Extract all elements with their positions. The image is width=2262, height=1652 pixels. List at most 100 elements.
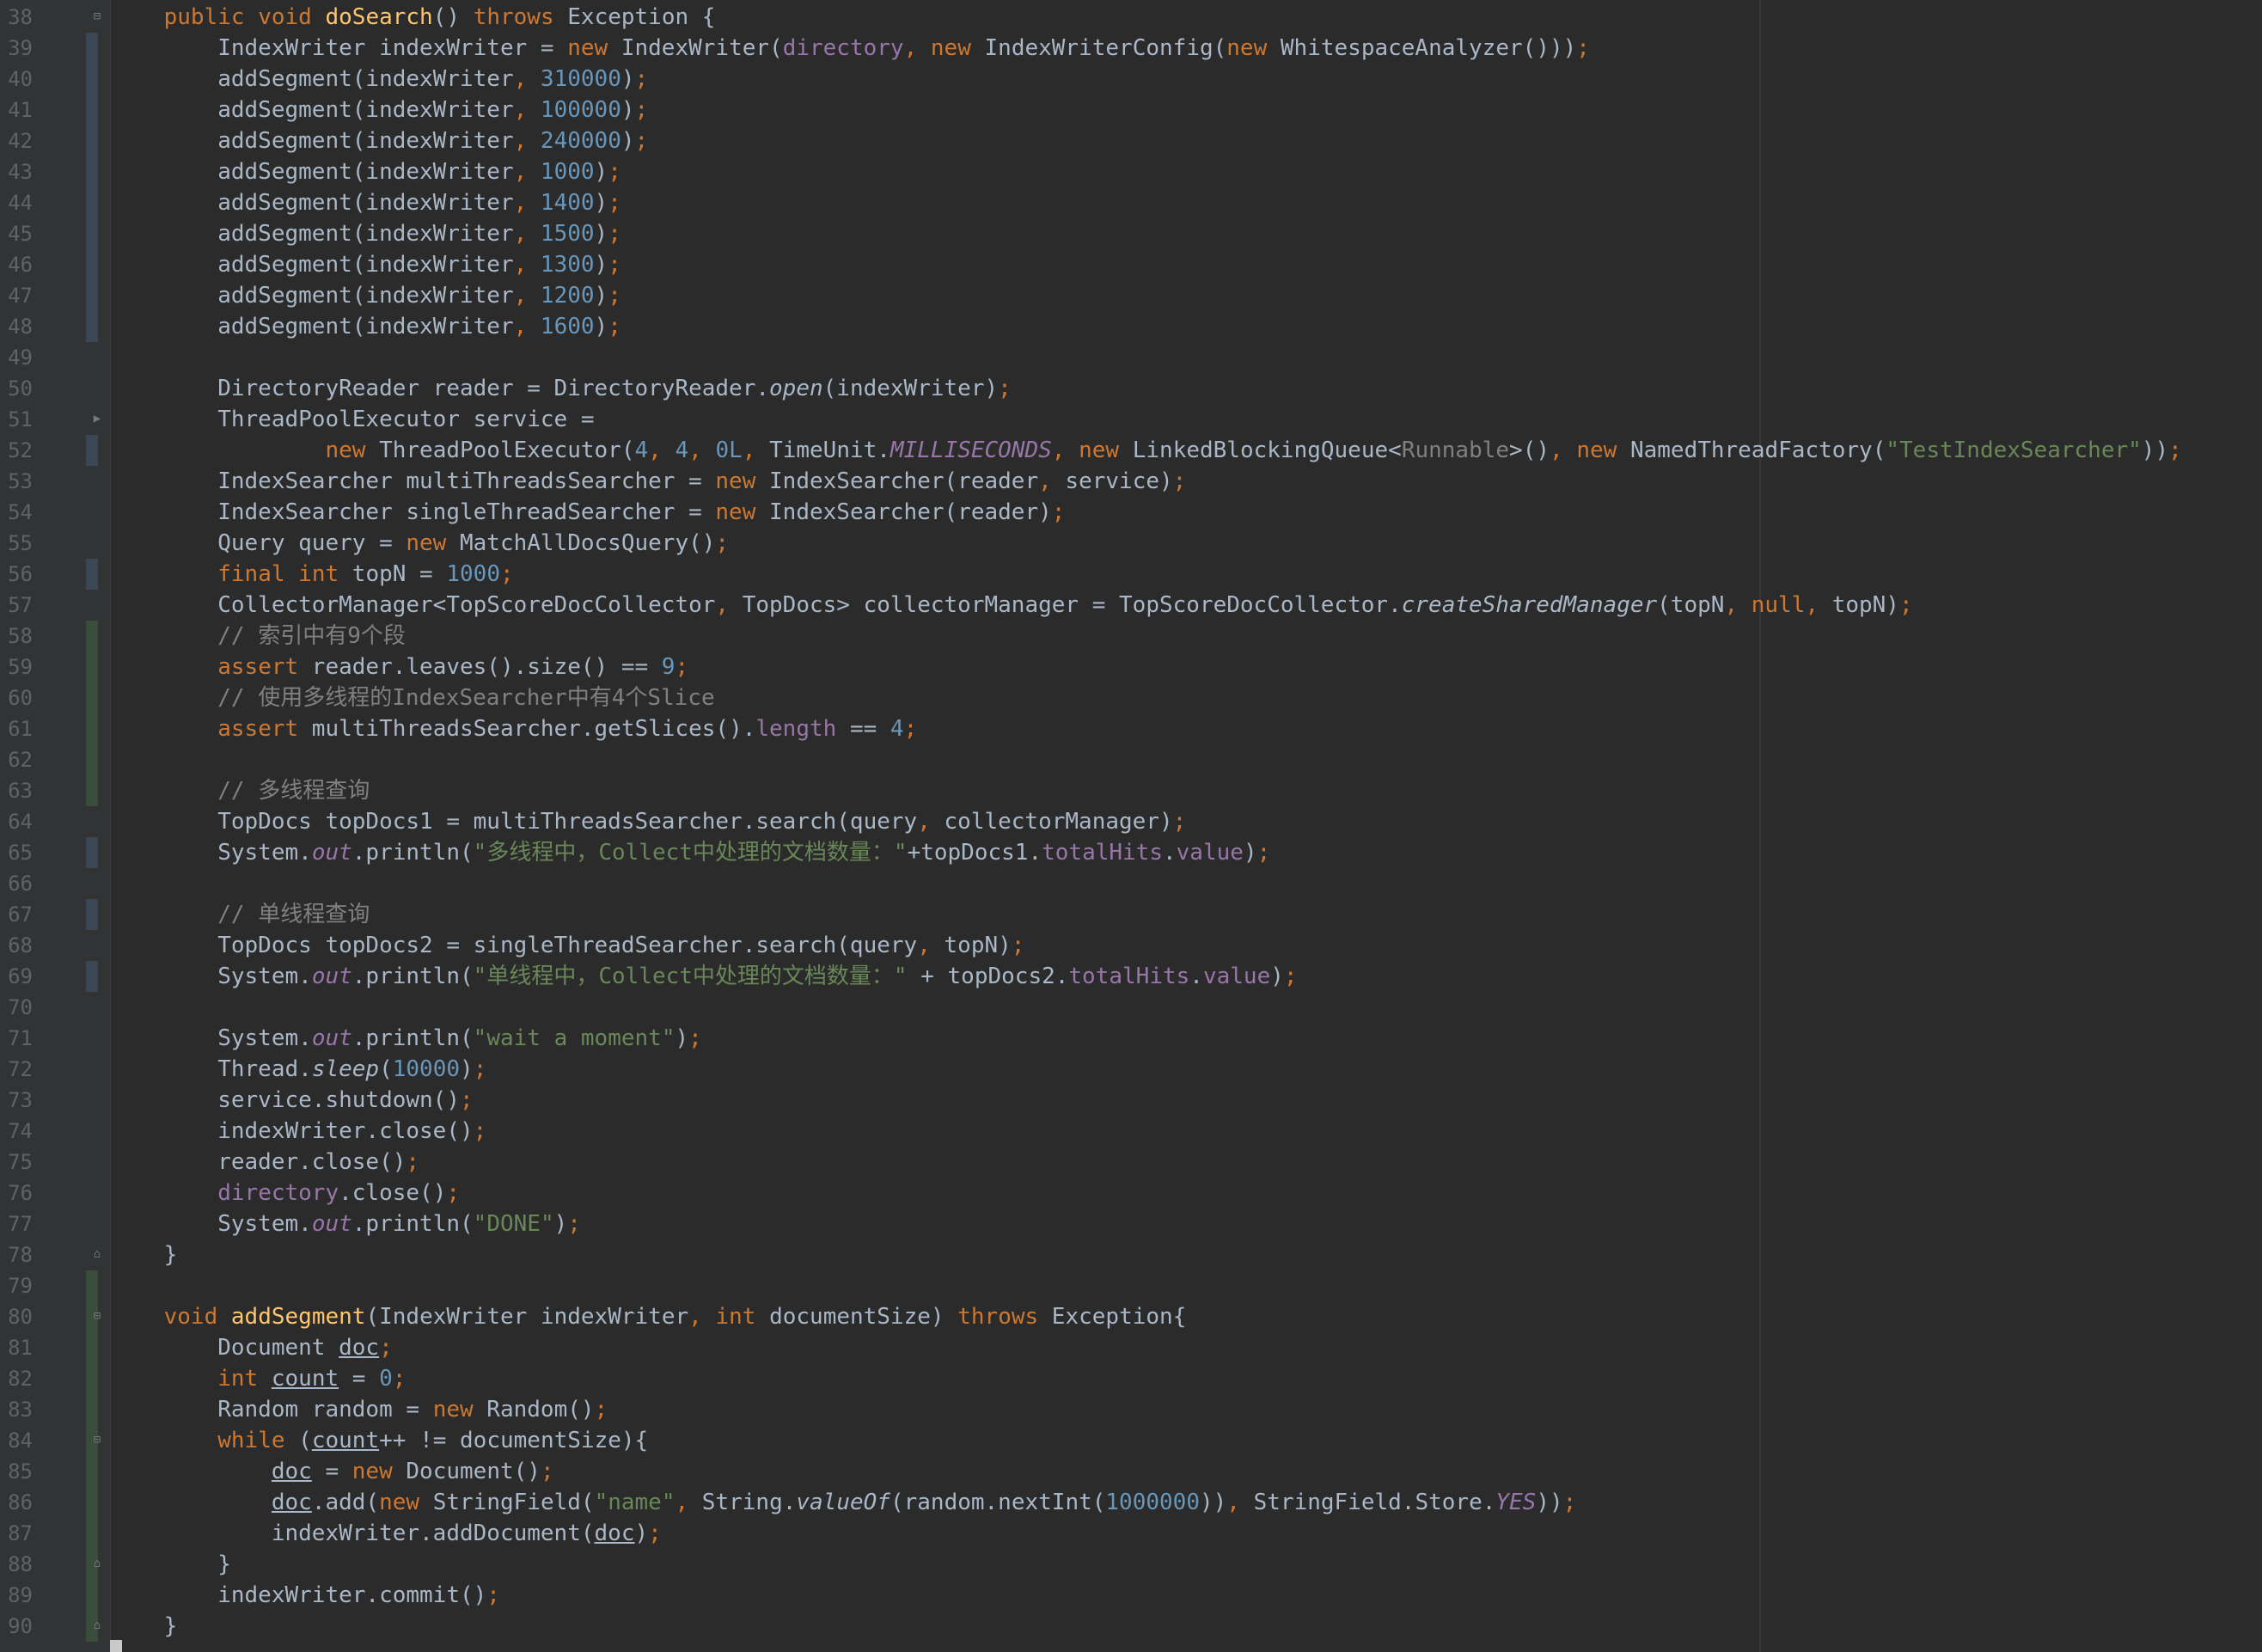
line-number[interactable]: 54 xyxy=(0,497,33,528)
vcs-added-marker[interactable] xyxy=(86,1580,98,1611)
line-number[interactable]: 64 xyxy=(0,806,33,837)
line-number[interactable]: 71 xyxy=(0,1023,33,1054)
code-text[interactable]: addSegment(indexWriter, 1400); xyxy=(110,187,621,218)
code-line[interactable]: 46 addSegment(indexWriter, 1300); xyxy=(0,249,2262,280)
code-text[interactable]: ThreadPoolExecutor service = xyxy=(110,404,594,435)
vcs-modified-marker[interactable] xyxy=(86,961,98,992)
line-number[interactable]: 88 xyxy=(0,1549,33,1580)
line-number[interactable]: 43 xyxy=(0,156,33,187)
code-line[interactable]: 79 xyxy=(0,1270,2262,1301)
code-text[interactable]: System.out.println("DONE"); xyxy=(110,1208,581,1239)
vcs-added-marker[interactable] xyxy=(86,1394,98,1425)
vcs-modified-marker[interactable] xyxy=(86,311,98,342)
code-line[interactable]: 60 // 使用多线程的IndexSearcher中有4个Slice xyxy=(0,682,2262,713)
line-number[interactable]: 78 xyxy=(0,1239,33,1270)
code-text[interactable]: int count = 0; xyxy=(110,1363,406,1394)
vcs-modified-marker[interactable] xyxy=(86,125,98,156)
code-line[interactable]: 41 addSegment(indexWriter, 100000); xyxy=(0,95,2262,125)
vcs-added-marker[interactable] xyxy=(86,1332,98,1363)
code-line[interactable]: 49 xyxy=(0,342,2262,373)
line-number[interactable]: 90 xyxy=(0,1611,33,1642)
code-line[interactable]: 77 System.out.println("DONE"); xyxy=(0,1208,2262,1239)
code-line[interactable]: 47 addSegment(indexWriter, 1200); xyxy=(0,280,2262,311)
code-line[interactable]: 75 reader.close(); xyxy=(0,1147,2262,1178)
code-line[interactable]: 48 addSegment(indexWriter, 1600); xyxy=(0,311,2262,342)
line-number[interactable]: 45 xyxy=(0,218,33,249)
code-text[interactable]: final int topN = 1000; xyxy=(110,559,513,590)
line-number[interactable]: 51 xyxy=(0,404,33,435)
code-text[interactable]: CollectorManager<TopScoreDocCollector, T… xyxy=(110,590,1912,621)
code-line[interactable]: 86 doc.add(new StringField("name", Strin… xyxy=(0,1487,2262,1518)
vcs-added-marker[interactable] xyxy=(86,1363,98,1394)
code-line[interactable]: 66 xyxy=(0,868,2262,899)
line-number[interactable]: 87 xyxy=(0,1518,33,1549)
code-line[interactable]: 53 IndexSearcher multiThreadsSearcher = … xyxy=(0,466,2262,497)
line-number[interactable]: 69 xyxy=(0,961,33,992)
code-text[interactable]: DirectoryReader reader = DirectoryReader… xyxy=(110,373,1012,404)
vcs-modified-marker[interactable] xyxy=(86,559,98,590)
code-line[interactable]: 70 xyxy=(0,992,2262,1023)
line-number[interactable]: 57 xyxy=(0,590,33,621)
code-line[interactable]: 40 addSegment(indexWriter, 310000); xyxy=(0,64,2262,95)
code-line[interactable]: 89 indexWriter.commit(); xyxy=(0,1580,2262,1611)
code-text[interactable]: addSegment(indexWriter, 1500); xyxy=(110,218,621,249)
vcs-modified-marker[interactable] xyxy=(86,280,98,311)
code-line[interactable]: 50 DirectoryReader reader = DirectoryRea… xyxy=(0,373,2262,404)
line-number[interactable]: 86 xyxy=(0,1487,33,1518)
line-number[interactable]: 48 xyxy=(0,311,33,342)
code-line[interactable]: 73 service.shutdown(); xyxy=(0,1085,2262,1116)
line-number[interactable]: 68 xyxy=(0,930,33,961)
vcs-added-marker[interactable] xyxy=(86,682,98,713)
vcs-added-marker[interactable] xyxy=(86,1456,98,1487)
code-text[interactable]: indexWriter.addDocument(doc); xyxy=(110,1518,662,1549)
code-line[interactable]: 58 // 索引中有9个段 xyxy=(0,621,2262,652)
code-text[interactable]: } xyxy=(110,1239,178,1270)
fold-close-icon[interactable]: ⌂ xyxy=(91,1557,103,1570)
code-line[interactable]: 65 System.out.println("多线程中，Collect中处理的文… xyxy=(0,837,2262,868)
code-text[interactable]: IndexWriter indexWriter = new IndexWrite… xyxy=(110,33,1590,64)
line-number[interactable]: 66 xyxy=(0,868,33,899)
line-number[interactable]: 50 xyxy=(0,373,33,404)
code-line[interactable]: 88 ⌂ } xyxy=(0,1549,2262,1580)
code-text[interactable]: TopDocs topDocs2 = singleThreadSearcher.… xyxy=(110,930,1024,961)
code-text[interactable]: reader.close(); xyxy=(110,1147,419,1178)
code-text[interactable]: // 使用多线程的IndexSearcher中有4个Slice xyxy=(110,682,714,713)
code-line[interactable]: 57 CollectorManager<TopScoreDocCollector… xyxy=(0,590,2262,621)
code-text[interactable]: assert multiThreadsSearcher.getSlices().… xyxy=(110,713,917,744)
code-line[interactable]: 43 addSegment(indexWriter, 1000); xyxy=(0,156,2262,187)
line-number[interactable]: 55 xyxy=(0,528,33,559)
fold-open-icon[interactable]: ⊟ xyxy=(91,9,103,23)
line-number[interactable]: 62 xyxy=(0,744,33,775)
code-text[interactable]: addSegment(indexWriter, 1600); xyxy=(110,311,621,342)
code-line[interactable]: 45 addSegment(indexWriter, 1500); xyxy=(0,218,2262,249)
vcs-modified-marker[interactable] xyxy=(86,218,98,249)
vcs-added-marker[interactable] xyxy=(86,1487,98,1518)
code-line[interactable]: 44 addSegment(indexWriter, 1400); xyxy=(0,187,2262,218)
line-number[interactable]: 73 xyxy=(0,1085,33,1116)
line-number[interactable]: 70 xyxy=(0,992,33,1023)
fold-open-icon[interactable]: ⊟ xyxy=(91,1433,103,1447)
code-line[interactable]: 80 ⊟ void addSegment(IndexWriter indexWri… xyxy=(0,1301,2262,1332)
code-text[interactable]: // 多线程查询 xyxy=(110,775,370,806)
line-number[interactable]: 53 xyxy=(0,466,33,497)
line-number[interactable]: 47 xyxy=(0,280,33,311)
code-text[interactable]: void addSegment(IndexWriter indexWriter,… xyxy=(110,1301,1187,1332)
code-line[interactable]: 84 ⊟ while (count++ != documentSize){ xyxy=(0,1425,2262,1456)
code-line[interactable]: 68 TopDocs topDocs2 = singleThreadSearch… xyxy=(0,930,2262,961)
code-line[interactable]: 55 Query query = new MatchAllDocsQuery()… xyxy=(0,528,2262,559)
vcs-added-marker[interactable] xyxy=(86,775,98,806)
vcs-added-marker[interactable] xyxy=(86,713,98,744)
line-number[interactable]: 65 xyxy=(0,837,33,868)
code-line[interactable]: 64 TopDocs topDocs1 = multiThreadsSearch… xyxy=(0,806,2262,837)
line-number[interactable]: 63 xyxy=(0,775,33,806)
code-line[interactable]: 69 System.out.println("单线程中，Collect中处理的文… xyxy=(0,961,2262,992)
line-number[interactable]: 76 xyxy=(0,1178,33,1208)
code-line[interactable]: 59 assert reader.leaves().size() == 9; xyxy=(0,652,2262,682)
code-text[interactable]: new ThreadPoolExecutor(4, 4, 0L, TimeUni… xyxy=(110,435,2181,466)
code-line[interactable]: 61 assert multiThreadsSearcher.getSlices… xyxy=(0,713,2262,744)
line-number[interactable]: 84 xyxy=(0,1425,33,1456)
code-line[interactable]: 63 // 多线程查询 xyxy=(0,775,2262,806)
code-text[interactable]: System.out.println("wait a moment"); xyxy=(110,1023,702,1054)
line-number[interactable]: 40 xyxy=(0,64,33,95)
code-line[interactable]: 67 // 单线程查询 xyxy=(0,899,2262,930)
